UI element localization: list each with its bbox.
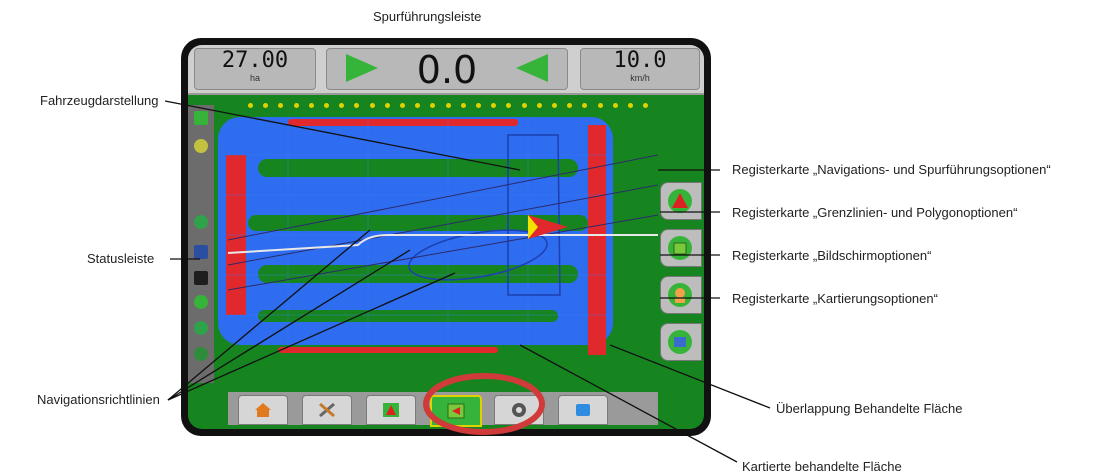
guidance-status-icon[interactable] — [194, 111, 208, 125]
status-bar — [188, 105, 214, 383]
display-device: 27.00 ha 0.0 10.0 km/h — [181, 38, 711, 436]
speed-value: 10.0 — [613, 48, 667, 73]
steering-status-icon[interactable] — [194, 215, 208, 229]
tab-screen-options[interactable] — [660, 276, 702, 314]
callout-mapped-area: Kartierte behandelte Fläche — [742, 459, 902, 474]
lightbar-led — [536, 103, 542, 108]
lightbar-led — [384, 103, 390, 108]
lightbar-led — [248, 103, 253, 108]
area-unit: ha — [249, 73, 260, 83]
tank-status-icon[interactable] — [194, 321, 208, 335]
speed-display[interactable]: 10.0 km/h — [580, 48, 700, 90]
rate-control-icon — [576, 404, 590, 416]
tools-icon — [319, 402, 335, 418]
callout-tab-screen: Registerkarte „Bildschirmoptionen“ — [732, 248, 932, 263]
offline-value: 0.0 — [416, 48, 478, 92]
lightbar-led — [324, 103, 329, 108]
guidance-options-icon — [668, 189, 692, 213]
boom-status-icon[interactable] — [194, 271, 208, 285]
callout-tab-mapping: Registerkarte „Kartierungsoptionen“ — [732, 291, 938, 306]
callout-status-bar: Statusleiste — [87, 251, 155, 266]
guidance-bar: 27.00 ha 0.0 10.0 km/h — [188, 45, 704, 95]
callout-tab-boundary: Registerkarte „Grenzlinien- und Polygono… — [732, 205, 1018, 220]
lightbar-led — [476, 103, 481, 108]
speed-unit: km/h — [630, 73, 650, 83]
tab-boundary-options[interactable] — [660, 229, 702, 267]
field-view-icon — [447, 403, 465, 419]
area-value: 27.00 — [221, 48, 289, 73]
section-status-icon[interactable] — [194, 245, 208, 259]
lightbar-led — [612, 103, 618, 108]
tab-navigation-options[interactable] — [660, 182, 702, 220]
vehicle-view-icon — [383, 403, 399, 417]
camera-icon — [512, 403, 526, 417]
steer-left-icon — [516, 54, 548, 82]
area-display[interactable]: 27.00 ha — [194, 48, 316, 90]
lightbar-led — [308, 103, 314, 108]
gnss-status-icon[interactable] — [194, 139, 208, 153]
mapping-options-icon — [668, 330, 692, 354]
callout-guidance-bar: Spurführungsleiste — [373, 9, 482, 24]
tab-rate-control[interactable] — [558, 395, 608, 425]
tab-tools[interactable] — [302, 395, 352, 425]
lightbar-led — [445, 103, 451, 108]
callout-tab-navigation: Registerkarte „Navigations- und Spurführ… — [732, 162, 1051, 177]
lightbar-led — [369, 103, 375, 108]
tab-field-view[interactable] — [430, 395, 482, 427]
lightbar-led — [521, 103, 527, 108]
screen-options-icon — [668, 283, 692, 307]
lightbar-led — [400, 103, 405, 108]
callout-vehicle: Fahrzeugdarstellung — [40, 93, 159, 108]
tab-vehicle-view[interactable] — [366, 395, 416, 425]
guidance-screen: 27.00 ha 0.0 10.0 km/h — [188, 45, 704, 429]
tab-camera[interactable] — [494, 395, 544, 425]
lightbar-led — [597, 103, 603, 108]
callout-overlap-area: Überlappung Behandelte Fläche — [776, 401, 963, 416]
home-icon — [255, 403, 271, 417]
bottom-tab-bar — [228, 392, 658, 427]
lightbar-led — [460, 103, 466, 108]
tab-home[interactable] — [238, 395, 288, 425]
tab-mapping-options[interactable] — [660, 323, 702, 361]
tilt-status-icon[interactable] — [194, 295, 208, 309]
lightbar-led — [628, 103, 633, 108]
boundary-options-icon — [668, 236, 692, 260]
steer-right-icon — [346, 54, 378, 82]
field-map[interactable] — [188, 95, 704, 387]
callout-guidelines: Navigationsrichtlinien — [37, 392, 160, 407]
lightbar-led — [293, 103, 299, 108]
lightbar-led — [552, 103, 557, 108]
bus-status-icon[interactable] — [194, 347, 208, 361]
